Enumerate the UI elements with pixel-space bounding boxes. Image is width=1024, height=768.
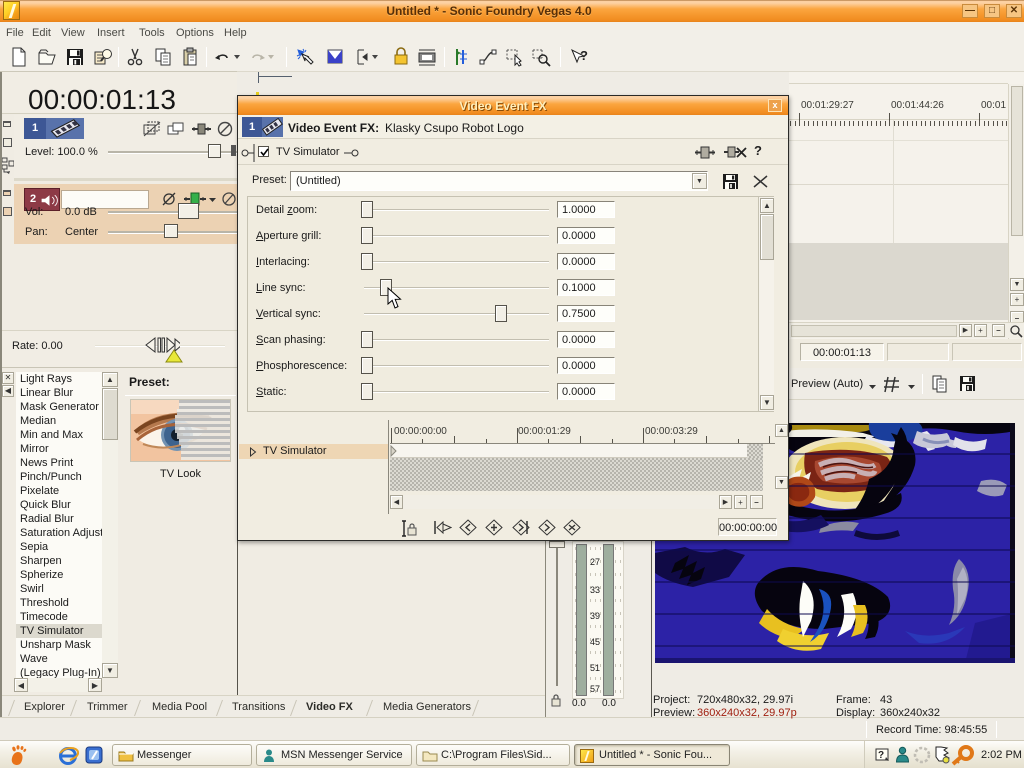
svg-text:?: ?: [878, 750, 884, 761]
svg-text:?: ?: [580, 48, 588, 63]
